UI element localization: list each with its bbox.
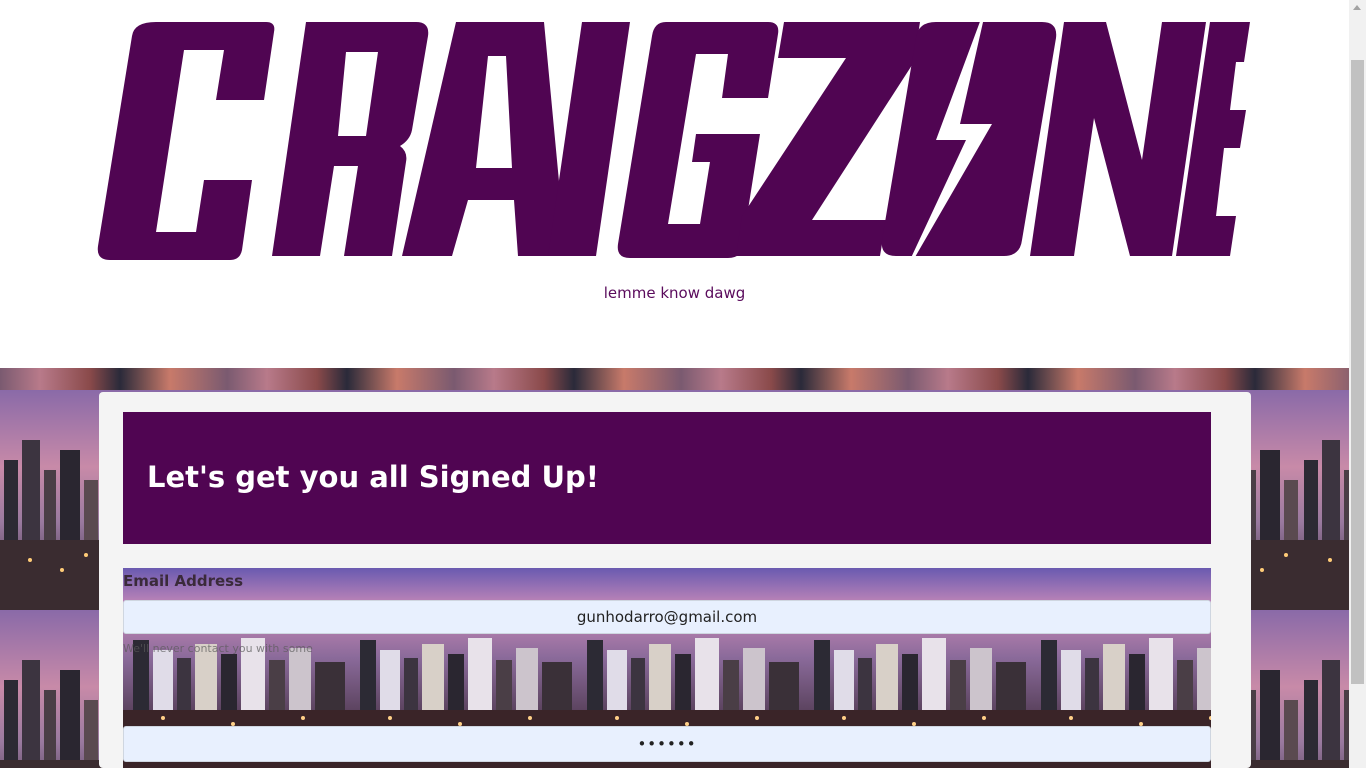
email-label: Email Address	[123, 572, 244, 590]
site-header: lemme know dawg	[0, 0, 1349, 368]
chevron-up-icon[interactable]	[1353, 5, 1361, 10]
password-field[interactable]	[123, 726, 1211, 762]
craigzone-logo[interactable]	[96, 0, 1256, 290]
email-field[interactable]	[123, 600, 1211, 634]
signup-form: Email Address We'll never contact you wi…	[123, 568, 1211, 768]
email-help-text: We'll never contact you with some	[123, 642, 313, 655]
scroll-thumb[interactable]	[1351, 60, 1364, 684]
signup-card: Let's get you all Signed Up! Email Addre…	[99, 392, 1251, 768]
cityscape-strip	[0, 368, 1349, 390]
page: lemme know dawg Let's get you all Signed…	[0, 0, 1349, 768]
tagline: lemme know dawg	[603, 284, 746, 302]
logo-wordmark	[97, 0, 1250, 290]
signup-title: Let's get you all Signed Up!	[147, 460, 600, 494]
signup-banner: Let's get you all Signed Up!	[123, 412, 1211, 544]
page-scrollbar[interactable]	[1349, 0, 1366, 768]
